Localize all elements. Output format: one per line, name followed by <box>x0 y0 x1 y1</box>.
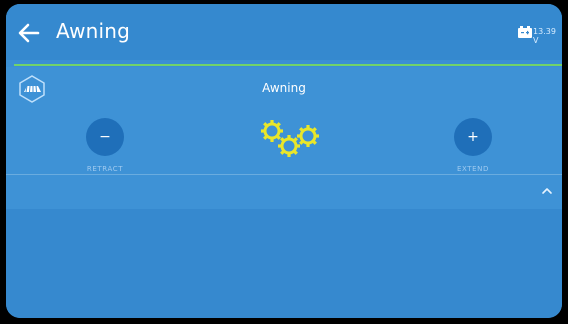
page-title: Awning <box>56 19 131 43</box>
chevron-up-icon[interactable] <box>540 186 554 196</box>
awning-control-panel: Awning − RETRACT + EXTEND <box>6 67 562 209</box>
retract-button[interactable]: − <box>86 118 124 156</box>
gears-icon <box>259 118 321 159</box>
panel-title: Awning <box>262 81 306 95</box>
minus-icon: − <box>99 129 111 145</box>
header-bar: Awning 13.39 V <box>6 4 562 60</box>
plus-icon: + <box>467 129 479 145</box>
extend-button[interactable]: + <box>454 118 492 156</box>
battery-icon <box>518 26 532 38</box>
accent-divider <box>14 64 562 66</box>
retract-label: RETRACT <box>86 165 124 173</box>
app-screen: Awning 13.39 V Awning − RETRACT + EXTEND <box>6 4 562 318</box>
device-frame: Awning 13.39 V Awning − RETRACT + EXTEND <box>0 0 568 324</box>
extend-label: EXTEND <box>456 165 490 173</box>
battery-voltage: 13.39 V <box>533 27 556 45</box>
content-area <box>6 209 562 318</box>
panel-divider <box>6 174 562 175</box>
arrow-left-icon[interactable] <box>16 20 42 46</box>
